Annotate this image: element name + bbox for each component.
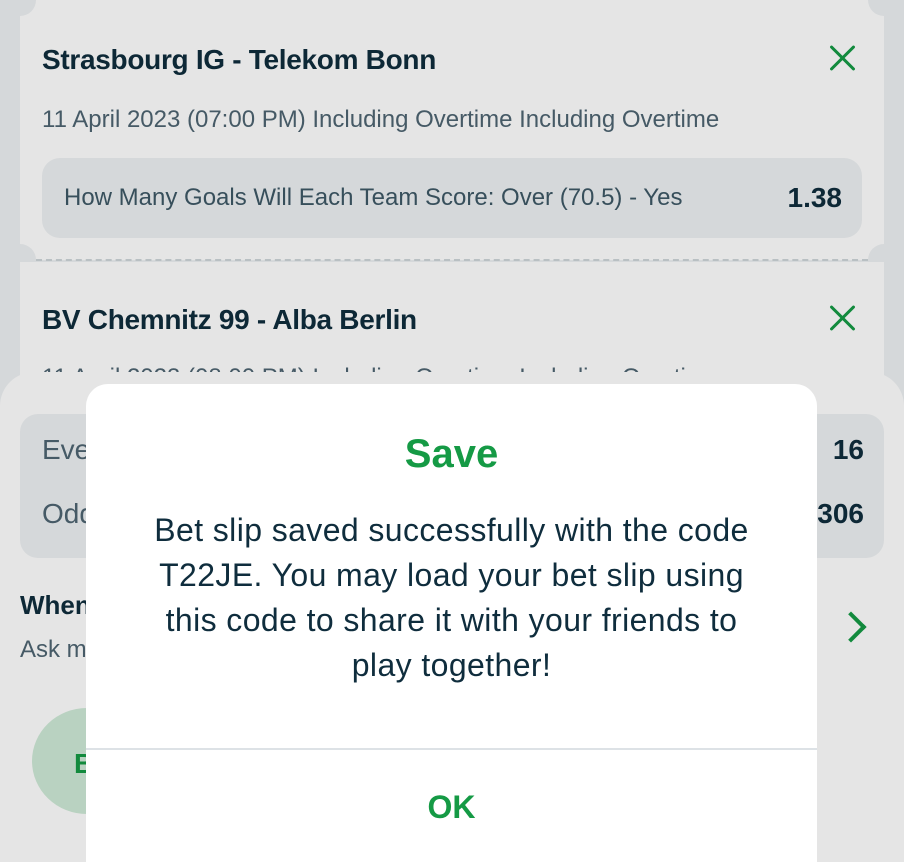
dialog-divider (86, 748, 817, 750)
dialog-message: Bet slip saved successfully with the cod… (154, 512, 749, 683)
save-dialog: Save Bet slip saved successfully with th… (86, 384, 817, 862)
dialog-title: Save (404, 432, 499, 476)
ok-button[interactable]: OK (86, 752, 817, 862)
